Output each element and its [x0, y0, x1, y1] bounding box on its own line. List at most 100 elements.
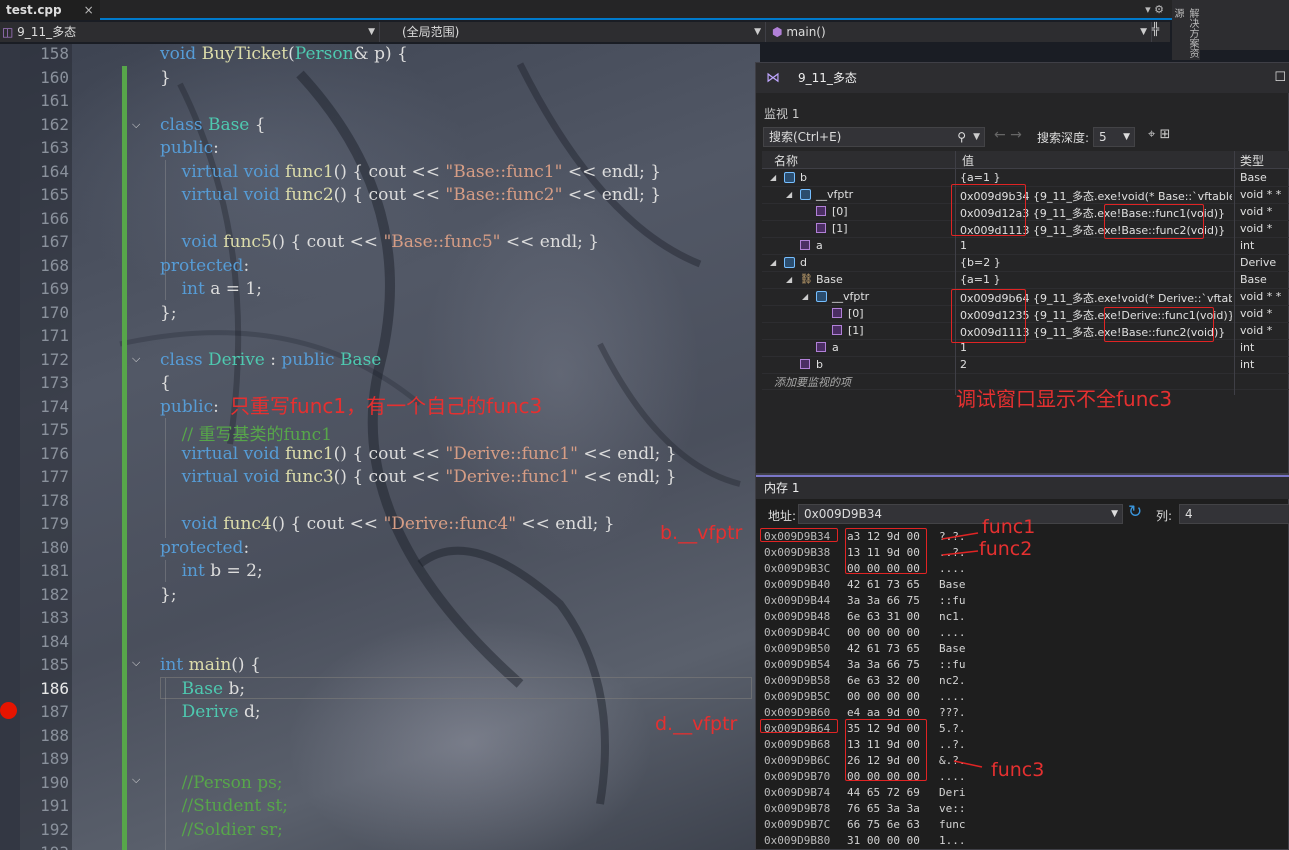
scope-dropdown[interactable]: (全局范围) ▼ — [382, 22, 766, 42]
fold-chevron-icon[interactable]: ⌵ — [132, 352, 140, 366]
expand-triangle-icon[interactable]: ◢ — [786, 190, 792, 199]
watch-item-type: void * * — [1240, 290, 1282, 303]
expand-triangle-icon[interactable]: ◢ — [770, 258, 776, 267]
code-line[interactable]: virtual void func1() { cout << "Base::fu… — [160, 162, 661, 182]
fold-chevron-icon[interactable]: ⌵ — [132, 656, 140, 670]
watch-row[interactable]: a 1 int — [762, 340, 1289, 357]
annotation-d-vfptr: d.__vfptr — [655, 713, 738, 735]
fold-chevron-icon[interactable]: ⌵ — [132, 773, 140, 787]
code-line[interactable]: virtual void func1() { cout << "Derive::… — [160, 444, 677, 464]
watch-row[interactable]: ◢ d {b=2 } Derive — [762, 255, 1289, 272]
field-icon — [832, 325, 842, 335]
project-dropdown[interactable]: ◫ 9_11_多态 ▼ — [0, 22, 380, 42]
code-line[interactable]: //Person ps; — [160, 773, 283, 793]
chevron-down-icon: ▼ — [754, 27, 761, 37]
code-line[interactable]: } — [160, 68, 171, 88]
watch-window-titlebar[interactable]: ⋈ 9_11_多态 ☐ — [756, 63, 1289, 93]
watch-item-name: __vfptr — [832, 290, 870, 303]
watch-item-name: b — [800, 171, 807, 184]
line-number: 180 — [40, 537, 69, 557]
watch-item-type: int — [1240, 358, 1255, 371]
function-dropdown[interactable]: ⬢ main() ▼ — [768, 22, 1152, 42]
watch-item-name: [0] — [832, 205, 848, 218]
watch-row[interactable]: ◢ ⛓ Base {a=1 } Base — [762, 272, 1289, 289]
function-dropdown-label: main() — [786, 25, 826, 39]
code-line[interactable]: virtual void func2() { cout << "Base::fu… — [160, 185, 661, 205]
watch-item-value: {a=1 } — [960, 273, 1001, 286]
line-number: 164 — [40, 161, 69, 181]
split-icon[interactable]: ╬ — [1152, 22, 1159, 36]
file-tab-label: test.cpp — [6, 3, 62, 17]
line-number: 168 — [40, 255, 69, 275]
column-divider[interactable] — [1234, 151, 1235, 395]
watch-search-input[interactable]: 搜索(Ctrl+E) ⚲ ▼ — [763, 127, 985, 147]
watch-item-name: d — [800, 256, 807, 269]
line-number: 179 — [40, 514, 69, 533]
code-line[interactable]: void func4() { cout << "Derive::func4" <… — [160, 514, 615, 534]
code-line[interactable]: // 重写基类的func1 — [160, 420, 332, 445]
code-line[interactable]: void func5() { cout << "Base::func5" << … — [160, 232, 599, 252]
code-line[interactable]: int main() { — [160, 655, 261, 675]
code-line[interactable]: public: — [160, 138, 219, 158]
code-line[interactable]: Base b; — [160, 679, 245, 699]
code-line[interactable]: }; — [160, 303, 177, 323]
highlight-box-d-vfptr-values — [951, 289, 1026, 343]
layout-icon[interactable]: ⊞ — [1159, 127, 1170, 142]
code-line[interactable]: //Student st; — [160, 796, 288, 816]
chevron-down-icon: ▼ — [1140, 27, 1147, 37]
line-number: 169 — [40, 279, 69, 298]
project-dropdown-label: 9_11_多态 — [17, 25, 77, 39]
add-watch-placeholder: 添加要监视的项 — [774, 376, 851, 389]
expand-triangle-icon[interactable]: ◢ — [770, 173, 776, 182]
search-icon[interactable]: ⚲ — [957, 128, 966, 146]
code-line[interactable]: virtual void func3() { cout << "Derive::… — [160, 467, 677, 487]
breakpoint-icon[interactable] — [0, 702, 17, 719]
breakpoint-gutter[interactable] — [0, 44, 20, 850]
column-header-name[interactable]: 名称 — [774, 152, 798, 169]
code-line[interactable]: int b = 2; — [160, 561, 263, 581]
code-line[interactable]: { — [160, 373, 171, 393]
file-tab[interactable]: test.cpp × — [0, 0, 100, 20]
column-header-value[interactable]: 值 — [962, 152, 974, 169]
code-line[interactable]: protected: — [160, 256, 249, 276]
expand-triangle-icon[interactable]: ◢ — [802, 292, 808, 301]
watch-item-type: int — [1240, 239, 1255, 252]
annotation-func2: func2 — [979, 538, 1033, 560]
line-number: 165 — [40, 185, 69, 204]
watch-item-type: void * * — [1240, 188, 1282, 201]
solution-explorer-tab[interactable]: 解决方案资源 — [1172, 0, 1200, 60]
project-icon: ◫ — [2, 25, 14, 39]
watch-item-name: a — [832, 341, 839, 354]
code-line[interactable]: protected: — [160, 538, 249, 558]
expand-triangle-icon[interactable]: ◢ — [786, 275, 792, 284]
pin-icon[interactable]: ⌖ — [1148, 127, 1155, 142]
column-header-type[interactable]: 类型 — [1240, 152, 1264, 169]
field-icon — [800, 359, 810, 369]
watch-window-title: 9_11_多态 — [798, 71, 857, 85]
close-icon[interactable]: × — [84, 3, 94, 17]
code-line[interactable]: void BuyTicket(Person& p) { — [160, 44, 408, 64]
field-icon — [816, 342, 826, 352]
code-line[interactable]: }; — [160, 585, 177, 605]
line-number: 176 — [40, 443, 69, 463]
annotation-func1: func1 — [982, 516, 1036, 538]
code-line[interactable]: int a = 1; — [160, 279, 262, 299]
code-line[interactable]: class Base { — [160, 115, 266, 135]
search-depth-select[interactable]: 5 ▼ — [1093, 127, 1135, 147]
watch-row[interactable]: b 2 int — [762, 357, 1289, 374]
code-line[interactable]: class Derive : public Base — [160, 350, 381, 370]
code-line[interactable]: //Soldier sr; — [160, 820, 283, 840]
watch-row[interactable]: a 1 int — [762, 238, 1289, 255]
maximize-icon[interactable]: ☐ — [1274, 63, 1286, 93]
watch-item-type: void * — [1240, 324, 1273, 337]
search-nav-arrows-icon[interactable]: ← → — [994, 127, 1022, 143]
annotation-b-vfptr: b.__vfptr — [660, 522, 743, 544]
fold-chevron-icon[interactable]: ⌵ — [132, 118, 140, 132]
tab-controls[interactable]: ▾ ⚙ — [1145, 3, 1164, 16]
code-line[interactable]: Derive d; — [160, 702, 261, 722]
object-icon — [784, 257, 795, 268]
chevron-down-icon[interactable]: ▼ — [973, 128, 980, 146]
watch-item-value: {a=1 } — [960, 171, 1001, 184]
watch-toolbar-icons[interactable]: ⌖ ⊞ — [1148, 127, 1170, 142]
code-line[interactable]: public: — [160, 397, 219, 417]
